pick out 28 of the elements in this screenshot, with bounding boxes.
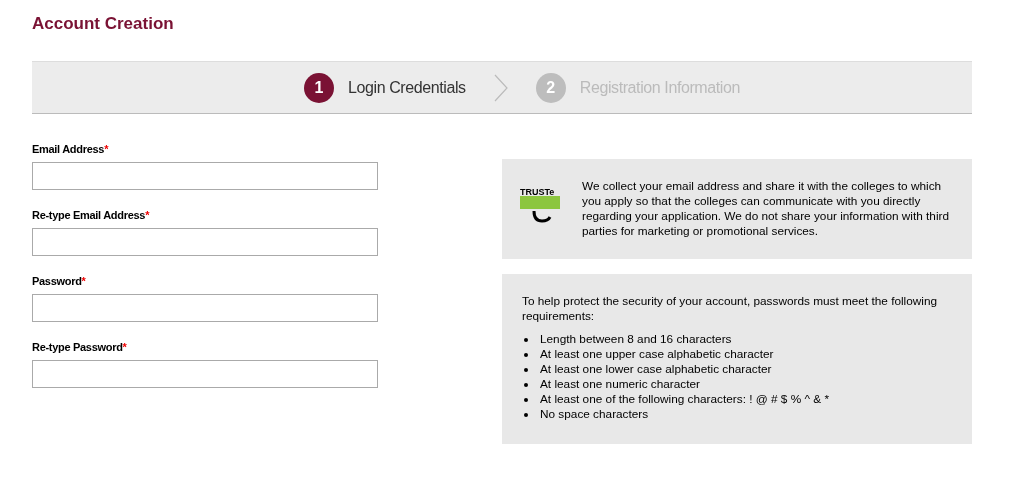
logo-text: TRUSTe (520, 187, 555, 197)
bullet-icon (524, 382, 528, 387)
step-number: 1 (304, 72, 334, 103)
requirement-text: No space characters (540, 407, 649, 422)
step-number: 2 (535, 72, 566, 103)
requirement-text: At least one numeric character (540, 377, 700, 392)
bullet-icon (524, 337, 528, 342)
input-field[interactable] (32, 162, 378, 190)
bullet-icon (524, 397, 528, 402)
field-label: Re-type Password* (32, 341, 128, 353)
bullet-icon (524, 412, 528, 417)
field-label: Email Address* (32, 143, 110, 155)
requirements-intro: To help protect the security of your account, passwords must meet the following requirements: (522, 294, 939, 324)
page-title: Account Creation (32, 14, 175, 34)
field-label: Password* (32, 275, 87, 287)
input-field[interactable] (32, 294, 378, 322)
input-field[interactable] (32, 228, 378, 256)
step-label[interactable]: Login Credentials (348, 78, 466, 97)
privacy-text: We collect your email address and share it with the colleges to which you apply so that the colleges can communicate with you directly regarding your application. We do not share your information with third parties for marketing or promotional services. (582, 179, 950, 239)
requirement-text: At least one upper case alphabetic character (540, 347, 774, 362)
field-label: Re-type Email Address* (32, 209, 151, 221)
requirement-text: At least one of the following characters: ! @ # $ % ^ & * (540, 392, 829, 407)
bullet-icon (524, 352, 528, 357)
chevron-icon (493, 73, 508, 102)
requirement-text: At least one lower case alphabetic character (540, 362, 772, 377)
requirement-text: Length between 8 and 16 characters (540, 332, 732, 347)
input-field[interactable] (32, 360, 378, 388)
bullet-icon (524, 367, 528, 372)
